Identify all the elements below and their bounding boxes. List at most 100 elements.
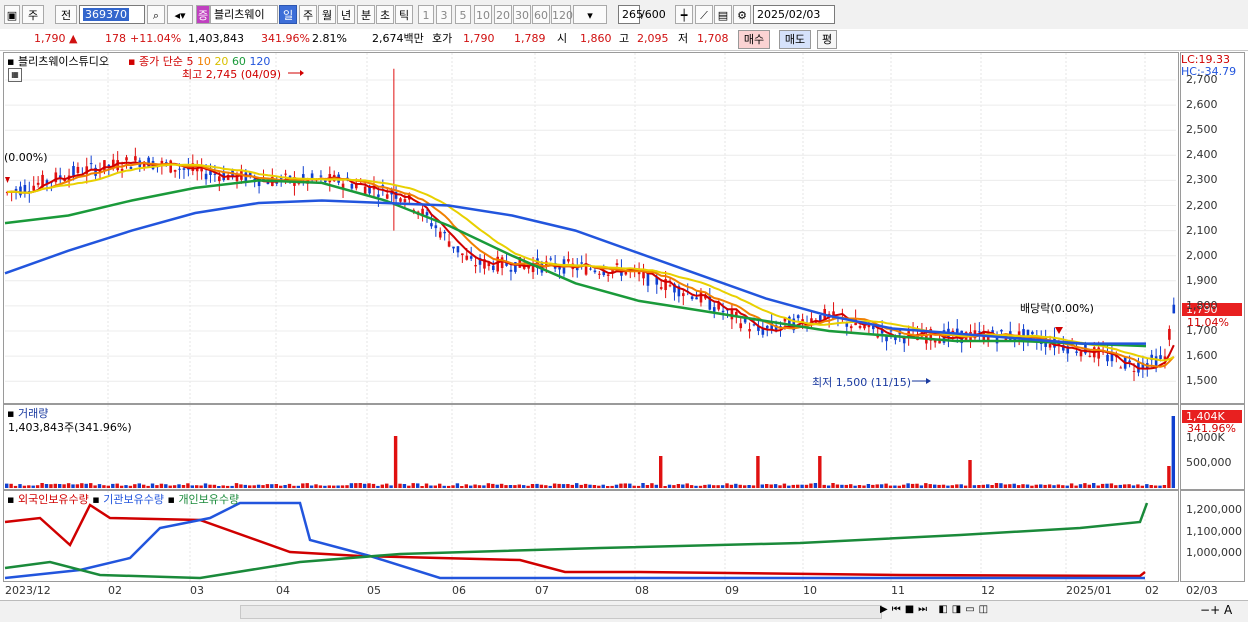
auto-button[interactable]: A <box>1224 603 1232 617</box>
candle-body <box>1119 367 1123 369</box>
volume-bar <box>1083 483 1087 488</box>
x-axis-right: 02/03 <box>1186 584 1218 597</box>
volume-bar <box>933 484 937 489</box>
volume-bar <box>354 483 358 488</box>
volume-bar <box>1105 483 1109 489</box>
volume-bar <box>243 484 248 489</box>
volume-bar <box>535 483 539 489</box>
volume-bar <box>809 483 813 488</box>
candle-body <box>125 157 128 161</box>
x-tick: 2025/01 <box>1066 584 1112 597</box>
volume-bar <box>866 484 871 489</box>
volume-bar <box>1047 484 1052 488</box>
candle-body <box>796 315 800 319</box>
volume-bar <box>1140 485 1145 488</box>
volume-bar <box>18 484 22 489</box>
volume-bar <box>712 485 716 488</box>
volume-bar <box>716 485 720 489</box>
candle-body <box>399 198 402 202</box>
candle-body <box>76 166 80 173</box>
volume-bar <box>552 483 557 489</box>
candle-body <box>403 199 407 203</box>
candle-body <box>182 168 186 170</box>
volume-bar <box>62 484 66 489</box>
volume-bar <box>915 483 919 489</box>
volume-bar <box>884 483 888 489</box>
scrollbar-track[interactable] <box>240 605 882 619</box>
volume-bar <box>239 484 243 488</box>
candle-body <box>606 274 610 276</box>
x-tick: 07 <box>535 584 549 597</box>
volume-bar <box>265 484 270 489</box>
volume-bar <box>548 485 552 488</box>
zoom-controls[interactable]: −+ A <box>1200 603 1232 617</box>
volume-bar <box>862 485 866 488</box>
volume-bar <box>287 483 292 489</box>
volume-bar <box>840 484 844 488</box>
volume-bar <box>720 485 725 488</box>
institution-holding-line <box>4 501 1145 580</box>
volume-bar <box>261 485 265 488</box>
volume-bar <box>340 485 345 488</box>
volume-bar <box>796 484 800 489</box>
volume-bar <box>986 484 990 489</box>
candle-body <box>1088 355 1092 357</box>
candle-body <box>173 169 177 172</box>
volume-bar <box>1043 484 1047 489</box>
volume-bar <box>473 484 477 488</box>
volume-bar <box>526 485 530 488</box>
volume-bar <box>84 483 88 489</box>
volume-bar <box>336 485 340 489</box>
volume-bar <box>928 484 932 489</box>
candle-body <box>668 285 672 287</box>
volume-bar <box>844 484 849 488</box>
volume-bar <box>614 484 619 488</box>
volume-bar <box>429 485 433 489</box>
zoom-plus[interactable]: + <box>1210 603 1220 617</box>
candle-body <box>491 265 495 271</box>
volume-bar <box>1021 484 1025 488</box>
calendar-icon[interactable]: ▦ <box>8 68 22 82</box>
volume-bar <box>636 485 641 488</box>
candle-body <box>748 329 751 332</box>
volume-bar <box>738 484 742 489</box>
candle-body <box>430 223 433 227</box>
volume-bar <box>168 485 172 489</box>
volume-bar <box>305 483 309 489</box>
candle-body <box>509 269 513 272</box>
volume-bar <box>778 485 782 489</box>
volume-bar <box>164 484 168 488</box>
volume-bar <box>119 485 124 489</box>
candle-body <box>721 310 725 313</box>
volume-bar <box>893 485 897 488</box>
volume-bar <box>1061 485 1065 489</box>
volume-bar <box>1030 485 1034 489</box>
volume-bar <box>159 483 164 489</box>
volume-bar <box>181 485 186 488</box>
volume-bar <box>566 484 570 489</box>
volume-bar <box>1109 483 1114 489</box>
x-tick: 04 <box>276 584 290 597</box>
nav-buttons[interactable]: ▶⏮■⏭ ◧◨▭◫ <box>880 604 992 615</box>
candle-body <box>567 259 570 262</box>
volume-bar <box>557 483 561 488</box>
low-arrow-head <box>926 378 931 384</box>
volume-bar <box>124 485 128 489</box>
candle-body <box>213 173 217 175</box>
candle-body <box>1079 351 1083 357</box>
volume-bar <box>628 483 632 489</box>
volume-bar <box>941 484 946 488</box>
volume-bar <box>946 485 950 488</box>
volume-bar <box>27 485 31 488</box>
volume-bar <box>385 483 389 489</box>
volume-bar <box>89 483 93 489</box>
volume-bar <box>906 483 910 489</box>
volume-bar <box>698 485 703 488</box>
candle-body <box>695 297 698 300</box>
volume-bar <box>482 485 486 488</box>
volume-bar <box>424 483 429 489</box>
volume-bar <box>689 485 694 489</box>
volume-bar <box>765 484 769 488</box>
individual-holding-line <box>4 502 1149 580</box>
volume-bar <box>208 484 212 488</box>
